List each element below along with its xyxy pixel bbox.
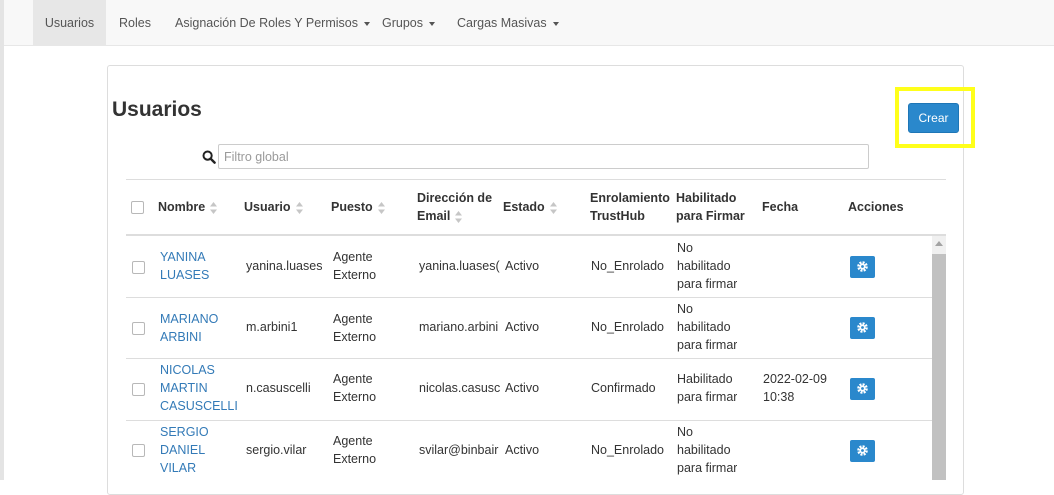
header-estado[interactable]: Estado (503, 198, 557, 216)
cell-estado: Activo (505, 381, 540, 395)
cell-fecha: 2022-02-09 10:38 (763, 372, 827, 404)
header-acciones: Acciones (848, 200, 904, 214)
top-navbar: Usuarios Roles Asignación De Roles Y Per… (4, 0, 1054, 46)
row-divider (126, 297, 932, 298)
cell-usuario: m.arbini1 (246, 320, 298, 334)
caret-down-icon (429, 21, 435, 26)
header-fecha: Fecha (762, 200, 799, 214)
row-checkbox[interactable] (132, 444, 145, 457)
caret-down-icon (552, 21, 559, 26)
header-usuario[interactable]: Usuario (244, 198, 303, 216)
cell-enrolamiento: Confirmado (591, 381, 656, 395)
row-actions-button[interactable] (850, 256, 875, 278)
search-icon (202, 150, 216, 164)
select-all-checkbox[interactable] (131, 201, 144, 214)
header-enrolamiento: Enrolamiento TrustHub (590, 191, 670, 223)
left-border (0, 0, 4, 480)
caret-down-icon (363, 21, 370, 26)
user-name-link[interactable]: NICOLAS MARTIN CASUSCELLI (160, 361, 238, 415)
gear-icon (857, 383, 868, 394)
cell-puesto: Agente Externo (333, 372, 377, 404)
user-name-link[interactable]: SERGIO DANIEL VILAR (160, 423, 209, 477)
scrollbar-thumb[interactable] (932, 254, 946, 480)
scroll-up-arrow-icon[interactable] (935, 241, 943, 246)
cell-enrolamiento: No_Enrolado (591, 443, 664, 457)
gear-icon (857, 445, 868, 456)
row-actions-button[interactable] (850, 378, 875, 400)
row-divider (126, 358, 932, 359)
cell-habilitado: No habilitado para firmar (677, 241, 738, 291)
sort-icon (295, 201, 303, 214)
gear-icon (857, 261, 868, 272)
cell-estado: Activo (505, 443, 540, 457)
row-actions-button[interactable] (850, 317, 875, 339)
user-name-link[interactable]: MARIANO ARBINI (160, 310, 218, 346)
tab-usuarios[interactable]: Usuarios (33, 0, 106, 46)
cell-email: nicolas.casusc (419, 381, 501, 395)
row-divider (126, 420, 932, 421)
table-header-border (126, 234, 946, 236)
sort-icon (455, 210, 463, 223)
row-checkbox[interactable] (132, 383, 145, 396)
cell-usuario: n.casuscelli (246, 381, 311, 395)
cell-enrolamiento: No_Enrolado (591, 259, 664, 273)
row-checkbox[interactable] (132, 322, 145, 335)
cell-habilitado: No habilitado para firmar (677, 302, 738, 352)
row-actions-button[interactable] (850, 440, 875, 462)
cell-estado: Activo (505, 259, 540, 273)
sort-icon (549, 201, 557, 214)
gear-icon (857, 322, 868, 333)
cell-enrolamiento: No_Enrolado (591, 320, 664, 334)
cell-habilitado: No habilitado para firmar (677, 425, 738, 475)
header-email[interactable]: Dirección de Email (417, 189, 492, 225)
create-button[interactable]: Crear (908, 103, 959, 133)
sort-icon (210, 201, 218, 214)
tab-grupos[interactable]: Grupos (382, 0, 435, 46)
tab-cargas-masivas[interactable]: Cargas Masivas (457, 0, 559, 46)
users-panel (107, 65, 964, 495)
header-puesto[interactable]: Puesto (331, 198, 385, 216)
header-habilitado: Habilitado para Firmar (676, 191, 745, 223)
sort-icon (377, 201, 385, 214)
tab-asignacion-roles-permisos[interactable]: Asignación De Roles Y Permisos (175, 0, 370, 46)
cell-email: yanina.luases( (419, 259, 500, 273)
table-top-border (126, 179, 946, 180)
tab-roles[interactable]: Roles (119, 0, 151, 46)
header-nombre[interactable]: Nombre (158, 198, 218, 216)
cell-puesto: Agente Externo (333, 434, 377, 466)
cell-estado: Activo (505, 320, 540, 334)
cell-puesto: Agente Externo (333, 250, 377, 282)
cell-puesto: Agente Externo (333, 312, 377, 344)
cell-email: mariano.arbini (419, 320, 499, 334)
global-filter-input[interactable] (218, 144, 869, 169)
cell-email: svilar@binbair (419, 443, 499, 457)
row-checkbox[interactable] (132, 261, 145, 274)
page-title: Usuarios (112, 98, 202, 121)
cell-usuario: sergio.vilar (246, 443, 307, 457)
cell-habilitado: Habilitado para firmar (677, 372, 738, 404)
cell-usuario: yanina.luases (246, 259, 323, 273)
user-name-link[interactable]: YANINA LUASES (160, 248, 209, 284)
